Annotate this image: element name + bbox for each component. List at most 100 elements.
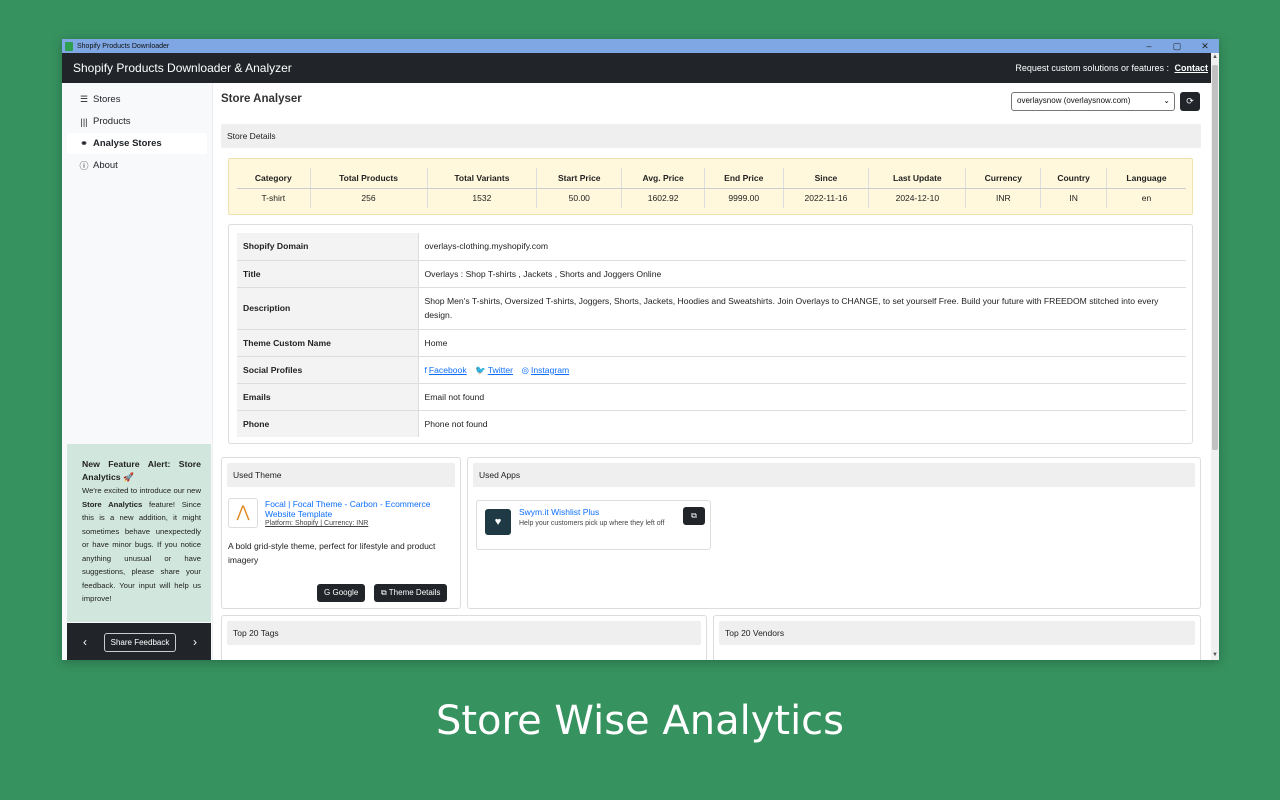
app-window: Shopify Products Downloader – ▢ ✕ Shopif… xyxy=(62,39,1219,660)
detail-value-phone: Phone not found xyxy=(418,409,1186,437)
alert-body-pre: We're excited to introduce our new xyxy=(82,486,201,495)
minimize-button[interactable]: – xyxy=(1135,39,1163,53)
main-content: Store Analyser overlaysnow (overlaysnow.… xyxy=(213,83,1211,660)
detail-value-domain: overlays-clothing.myshopify.com xyxy=(424,241,549,252)
stats-cell: INR xyxy=(965,188,1042,208)
close-button[interactable]: ✕ xyxy=(1191,39,1219,53)
app-name[interactable]: Swym.it Wishlist Plus xyxy=(519,507,599,517)
open-app-button[interactable]: ⧉ xyxy=(683,507,705,525)
chevron-left-icon[interactable]: ‹ xyxy=(83,635,87,649)
external-link-icon: ⧉ xyxy=(381,588,387,597)
stats-cell: T-shirt xyxy=(237,188,311,208)
detail-label: Social Profiles xyxy=(237,355,419,383)
twitter-icon: 🐦 xyxy=(475,364,486,375)
stats-cell: en xyxy=(1141,193,1152,204)
stats-cell: 1602.92 xyxy=(621,188,705,208)
social-links: f Facebook 🐦 Twitter ◎ Instagram xyxy=(418,355,1186,383)
instagram-icon: ◎ xyxy=(521,364,529,375)
chevron-right-icon[interactable]: › xyxy=(193,635,197,649)
sidebar-item-stores[interactable]: ☰ Stores xyxy=(67,89,207,110)
refresh-button[interactable]: ⟳ xyxy=(1180,92,1200,111)
contact-link[interactable]: Contact xyxy=(1175,63,1209,73)
stats-table: Category Total Products Total Variants S… xyxy=(237,168,1186,208)
twitter-link[interactable]: Twitter xyxy=(488,365,513,375)
sidebar-item-about[interactable]: ⓘ About xyxy=(67,155,207,176)
scroll-up-icon[interactable]: ▲ xyxy=(1211,53,1219,62)
vertical-scrollbar[interactable]: ▲ ▼ xyxy=(1211,53,1219,660)
sidebar-item-label: Analyse Stores xyxy=(93,138,162,149)
stats-header: Total Variants xyxy=(427,168,538,189)
theme-details-button[interactable]: ⧉ Theme Details xyxy=(374,584,448,602)
theme-platform: Platform: Shopify | Currency: INR xyxy=(265,520,369,527)
stats-cell: IN xyxy=(1040,188,1107,208)
binoculars-icon: ⚭ xyxy=(80,138,88,148)
google-button-label: Google xyxy=(332,588,359,597)
list-icon: ☰ xyxy=(79,94,89,104)
info-icon: ⓘ xyxy=(79,161,89,171)
sidebar-item-products[interactable]: ||| Products xyxy=(67,111,207,132)
store-select-value: overlaysnow (overlaysnow.com) xyxy=(1017,96,1131,105)
stats-cell: 256 xyxy=(310,188,428,208)
theme-logo: ⋀ xyxy=(228,498,258,528)
instagram-link[interactable]: Instagram xyxy=(531,365,569,375)
theme-name[interactable]: Focal | Focal Theme - Carbon - Ecommerce… xyxy=(265,499,450,519)
stats-cell: 50.00 xyxy=(536,188,623,208)
sidebar-item-label: Products xyxy=(93,116,131,127)
top-tags-card: Top 20 Tags xyxy=(221,615,707,660)
alert-body-strong: Store Analytics xyxy=(82,499,143,509)
stats-cell: 1532 xyxy=(427,188,538,208)
detail-label: Title xyxy=(237,259,419,287)
detail-label: Phone xyxy=(237,409,419,437)
stats-header: Country xyxy=(1040,168,1107,189)
request-text: Request custom solutions or features : C… xyxy=(1015,63,1208,73)
heart-icon: ♥ xyxy=(494,516,502,528)
stats-header: Avg. Price xyxy=(621,168,705,189)
details-table: Shopify Domain overlays-clothing.myshopi… xyxy=(237,233,1186,437)
maximize-button[interactable]: ▢ xyxy=(1163,39,1191,53)
detail-value-title: Overlays : Shop T-shirts , Jackets , Sho… xyxy=(418,259,1186,287)
stats-cell: 9999.00 xyxy=(704,188,784,208)
store-details-card: Store Details xyxy=(221,119,1201,149)
stats-header: Category xyxy=(237,168,311,189)
stats-header: Currency xyxy=(965,168,1042,189)
detail-label: Shopify Domain xyxy=(237,233,419,260)
facebook-icon: f xyxy=(424,364,427,375)
stats-header: End Price xyxy=(704,168,784,189)
chevron-down-icon: ⌄ xyxy=(1163,96,1170,105)
window-titlebar: Shopify Products Downloader – ▢ ✕ xyxy=(62,39,1219,53)
store-select[interactable]: overlaysnow (overlaysnow.com) ⌄ xyxy=(1011,92,1175,111)
sidebar-item-analyse-stores[interactable]: ⚭ Analyse Stores xyxy=(67,133,207,154)
top-vendors-header: Top 20 Vendors xyxy=(719,621,1195,645)
feature-alert: New Feature Alert: Store Analytics 🚀 We'… xyxy=(67,444,211,622)
theme-description: A bold grid-style theme, perfect for lif… xyxy=(228,541,436,565)
sidebar-item-label: About xyxy=(93,160,118,171)
share-feedback-button[interactable]: Share Feedback xyxy=(103,632,177,652)
detail-value-emails: Email not found xyxy=(418,382,1186,410)
used-apps-header: Used Apps xyxy=(473,463,1195,487)
request-label: Request custom solutions or features : xyxy=(1015,63,1169,73)
alert-body-post: feature! Since this is a new addition, i… xyxy=(82,499,201,604)
used-apps-card: Used Apps ♥ Swym.it Wishlist Plus Help y… xyxy=(467,457,1201,609)
scroll-down-icon[interactable]: ▼ xyxy=(1211,651,1219,660)
app-icon xyxy=(65,41,73,51)
detail-label: Emails xyxy=(237,382,419,410)
scroll-thumb[interactable] xyxy=(1212,65,1218,450)
stats-header: Since xyxy=(783,168,870,189)
facebook-link[interactable]: Facebook xyxy=(429,365,467,375)
app-description: Help your customers pick up where they l… xyxy=(519,520,665,527)
theme-info: Focal | Focal Theme - Carbon - Ecommerce… xyxy=(265,499,450,527)
sidebar-footer: ‹ Share Feedback › xyxy=(67,623,211,660)
window-title: Shopify Products Downloader xyxy=(77,42,170,50)
sidebar: ☰ Stores ||| Products ⚭ Analyse Stores ⓘ… xyxy=(62,83,213,660)
used-theme-card: Used Theme ⋀ Focal | Focal Theme - Carbo… xyxy=(221,457,461,609)
barcode-icon: ||| xyxy=(80,116,88,127)
caption: Store Wise Analytics xyxy=(435,698,845,744)
details-box: Shopify Domain overlays-clothing.myshopi… xyxy=(228,224,1193,444)
focal-logo-icon: ⋀ xyxy=(236,504,250,521)
store-details-header: Store Details xyxy=(221,124,1201,148)
detail-label: Theme Custom Name xyxy=(237,328,419,356)
alert-body: We're excited to introduce our new Store… xyxy=(82,484,201,606)
external-link-icon: ⧉ xyxy=(691,511,697,520)
google-button[interactable]: G Google xyxy=(317,584,366,602)
app-title: Shopify Products Downloader & Analyzer xyxy=(73,61,292,75)
